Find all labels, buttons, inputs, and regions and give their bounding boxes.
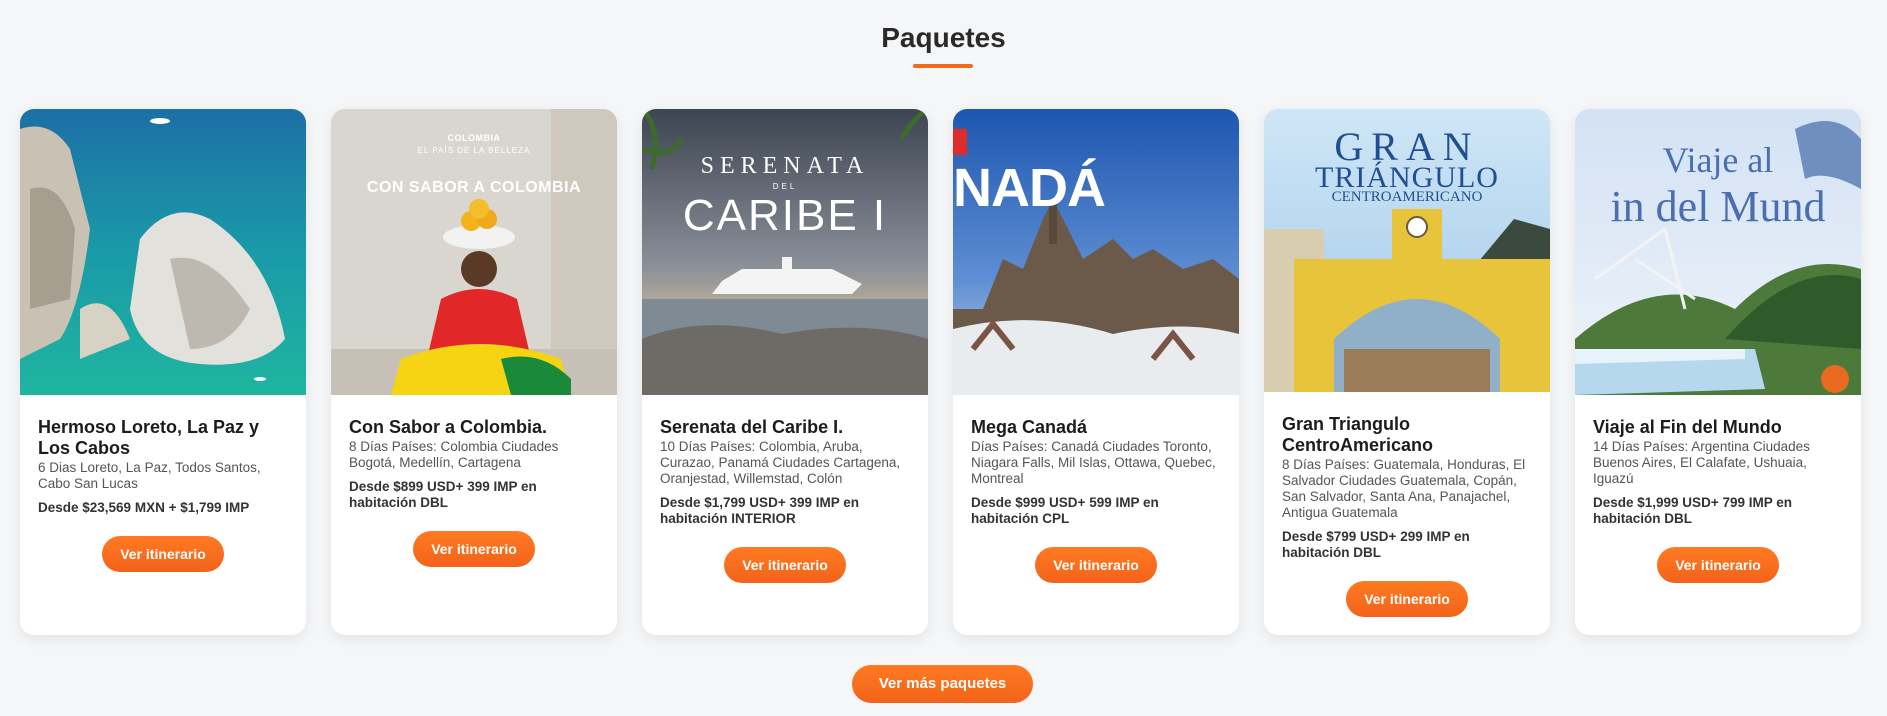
card-price: Desde $1,799 USD+ 399 IMP en habitación … <box>660 495 859 526</box>
card-description: 8 Días Países: Colombia Ciudades Bogotá,… <box>349 439 559 470</box>
card-price: Desde $999 USD+ 599 IMP en habitación CP… <box>971 495 1159 526</box>
image-tagline-text: EL PAÍS DE LA BELLEZA <box>417 146 531 155</box>
card-price: Desde $23,569 MXN + $1,799 IMP <box>38 500 250 515</box>
card-image-colombia[interactable]: COLOMBIA EL PAÍS DE LA BELLEZA CON SABOR… <box>331 109 617 395</box>
card-image-canada[interactable]: NADÁ <box>953 109 1239 395</box>
image-line3-text: CARIBE I <box>682 191 888 240</box>
package-card-colombia[interactable]: COLOMBIA EL PAÍS DE LA BELLEZA CON SABOR… <box>331 109 617 635</box>
package-card-centroamericano[interactable]: GRAN TRIÁNGULO CENTROAMERICANO Gran Tria… <box>1264 109 1550 635</box>
ver-itinerario-button[interactable]: Ver itinerario <box>724 547 846 583</box>
image-line2-text: DEL <box>772 182 798 191</box>
ver-itinerario-button[interactable]: Ver itinerario <box>1657 547 1779 583</box>
image-heading-text: NADÁ <box>953 158 1106 218</box>
ver-itinerario-button[interactable]: Ver itinerario <box>1346 581 1468 617</box>
ver-itinerario-button[interactable]: Ver itinerario <box>102 536 224 572</box>
card-description: 8 Días Países: Guatemala, Honduras, El S… <box>1282 457 1526 520</box>
card-image-centroamericano[interactable]: GRAN TRIÁNGULO CENTROAMERICANO <box>1264 109 1550 392</box>
card-title: Con Sabor a Colombia. <box>349 417 548 437</box>
package-cards: Hermoso Loreto, La Paz y Los Cabos 6 Dia… <box>20 109 1861 635</box>
card-image-caribe[interactable]: SERENATA DEL CARIBE I <box>642 109 928 395</box>
card-price: Desde $899 USD+ 399 IMP en habitación DB… <box>349 479 537 510</box>
ver-mas-paquetes-button[interactable]: Ver más paquetes <box>852 665 1033 703</box>
title-underline <box>913 64 973 68</box>
card-title: Mega Canadá <box>971 417 1088 437</box>
card-title: Serenata del Caribe I. <box>660 417 844 437</box>
card-description: Días Países: Canadá Ciudades Toronto, Ni… <box>971 439 1216 486</box>
card-image-fin-del-mundo[interactable]: Viaje al in del Mund <box>1575 109 1861 395</box>
ver-itinerario-button[interactable]: Ver itinerario <box>413 531 535 567</box>
card-price: Desde $1,999 USD+ 799 IMP en habitación … <box>1593 495 1792 526</box>
image-brand-text: COLOMBIA <box>447 133 501 143</box>
package-card-caribe[interactable]: SERENATA DEL CARIBE I Serenata del Carib… <box>642 109 928 635</box>
section-title: Paquetes <box>881 22 1006 53</box>
card-title: Hermoso Loreto, La Paz y Los Cabos <box>38 417 260 458</box>
card-title: Gran Triangulo CentroAmericano <box>1282 414 1434 455</box>
card-price: Desde $799 USD+ 299 IMP en habitación DB… <box>1282 529 1470 560</box>
card-description: 6 Dias Loreto, La Paz, Todos Santos, Cab… <box>38 460 261 491</box>
card-image-los-cabos[interactable] <box>20 109 306 395</box>
card-title: Viaje al Fin del Mundo <box>1593 417 1782 437</box>
image-line1-text: Viaje al <box>1662 140 1774 180</box>
ver-itinerario-button[interactable]: Ver itinerario <box>1035 547 1157 583</box>
card-description: 10 Días Países: Colombia, Aruba, Curazao… <box>660 439 901 486</box>
image-line1-text: SERENATA <box>700 153 870 179</box>
image-line3-text: CENTROAMERICANO <box>1331 189 1483 205</box>
package-card-loreto[interactable]: Hermoso Loreto, La Paz y Los Cabos 6 Dia… <box>20 109 306 635</box>
image-line2-text: in del Mund <box>1610 182 1826 231</box>
card-description: 14 Días Países: Argentina Ciudades Bueno… <box>1593 439 1810 486</box>
package-card-fin-del-mundo[interactable]: Viaje al in del Mund Viaje al Fin del Mu… <box>1575 109 1861 635</box>
image-heading-text: CON SABOR A COLOMBIA <box>366 179 582 196</box>
package-card-canada[interactable]: NADÁ Mega Canadá Días Países: Canadá Ciu… <box>953 109 1239 635</box>
